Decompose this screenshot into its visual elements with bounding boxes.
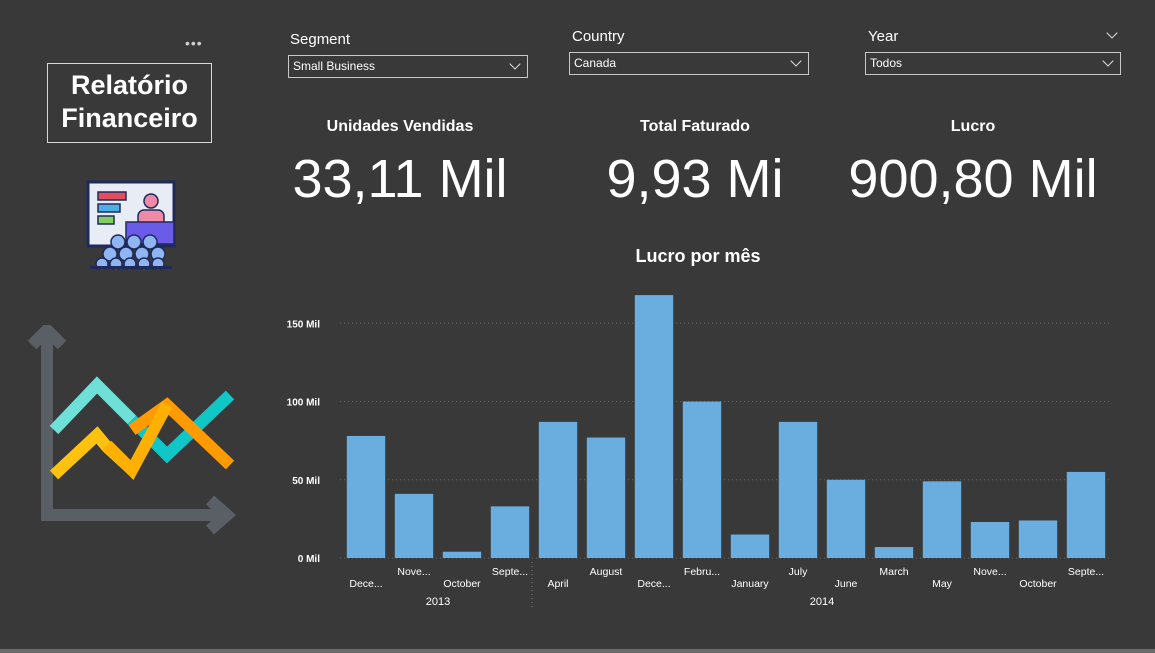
y-tick-label: 0 Mil: [298, 554, 320, 565]
x-tick-label: Nove...: [397, 566, 430, 578]
bar: [826, 479, 866, 558]
x-group-label: 2014: [810, 596, 834, 608]
bar: [730, 534, 770, 558]
country-value: Canada: [574, 56, 617, 70]
chevron-down-icon: [509, 58, 521, 70]
y-tick-label: 100 Mil: [287, 398, 321, 409]
bar: [442, 551, 482, 558]
segment-slicer: Segment: [290, 31, 350, 48]
bar: [538, 421, 578, 558]
x-tick-label: Septe...: [1068, 566, 1104, 578]
segment-dropdown[interactable]: Small Business: [288, 55, 528, 78]
bar: [490, 506, 530, 558]
kpi-total-revenue: Total Faturado 9,93 Mi: [545, 118, 845, 207]
x-tick-label: May: [932, 578, 953, 590]
x-tick-label: August: [590, 566, 623, 578]
segment-label: Segment: [290, 31, 351, 48]
report-title: Relatório Financeiro: [47, 63, 212, 143]
line-growth-icon: [27, 325, 237, 535]
x-group-label: 2013: [426, 596, 450, 608]
bar: [394, 493, 434, 558]
kpi-value: 33,11 Mil: [292, 149, 508, 209]
x-tick-label: Dece...: [637, 578, 670, 590]
bar: [586, 437, 626, 558]
x-tick-label: July: [789, 566, 808, 578]
x-tick-label: January: [731, 578, 769, 590]
year-collapse-chevron-icon[interactable]: [1106, 27, 1118, 39]
profit-by-month-chart: 0 Mil 50 Mil 100 Mil 150 Mil Dece... Nove... O…: [287, 295, 1110, 608]
segment-value: Small Business: [293, 59, 376, 73]
chart-title: Lucro por mês: [635, 246, 761, 266]
x-tick-label: Febru...: [684, 566, 720, 578]
kpi-profit: Lucro 900,80 Mil: [823, 118, 1123, 207]
chevron-down-icon: [1102, 55, 1114, 67]
x-tick-label: October: [1019, 578, 1057, 590]
bar: [922, 481, 962, 558]
report-title-line2: Financeiro: [61, 103, 198, 133]
bar: [634, 295, 674, 558]
kpi-units-sold: Unidades Vendidas 33,11 Mil: [250, 118, 550, 207]
bar: [778, 421, 818, 558]
x-tick-label: Dece...: [349, 578, 382, 590]
y-tick-label: 50 Mil: [292, 476, 320, 487]
chevron-down-icon: [790, 55, 802, 67]
country-slicer: Country: [572, 28, 625, 45]
kpi-title: Lucro: [950, 118, 996, 135]
y-tick-label: 150 Mil: [287, 319, 321, 330]
presentation-audience-icon: [86, 180, 176, 270]
year-slicer: Year: [868, 28, 898, 45]
bar: [346, 435, 386, 558]
year-label: Year: [868, 28, 899, 45]
bar: [874, 547, 914, 558]
kpi-title: Total Faturado: [640, 118, 750, 135]
bottom-divider: [0, 649, 1155, 653]
x-tick-label: Nove...: [973, 566, 1006, 578]
year-value: Todos: [870, 56, 903, 70]
x-tick-label: June: [835, 578, 858, 590]
bar: [970, 522, 1010, 558]
bar: [682, 401, 722, 558]
kpi-value: 9,93 Mi: [606, 149, 784, 209]
kpi-title: Unidades Vendidas: [326, 118, 474, 135]
x-tick-label: March: [879, 566, 908, 578]
x-tick-label: April: [547, 578, 568, 590]
bar: [1018, 520, 1058, 558]
kpi-value: 900,80 Mil: [848, 149, 1098, 209]
country-dropdown[interactable]: Canada: [569, 52, 809, 75]
country-label: Country: [572, 28, 625, 45]
bar: [1066, 471, 1106, 558]
more-options-icon[interactable]: •••: [185, 36, 203, 50]
year-dropdown[interactable]: Todos: [865, 52, 1121, 75]
x-tick-label: Septe...: [492, 566, 528, 578]
report-title-line1: Relatório: [70, 70, 189, 100]
x-tick-label: October: [443, 578, 481, 590]
